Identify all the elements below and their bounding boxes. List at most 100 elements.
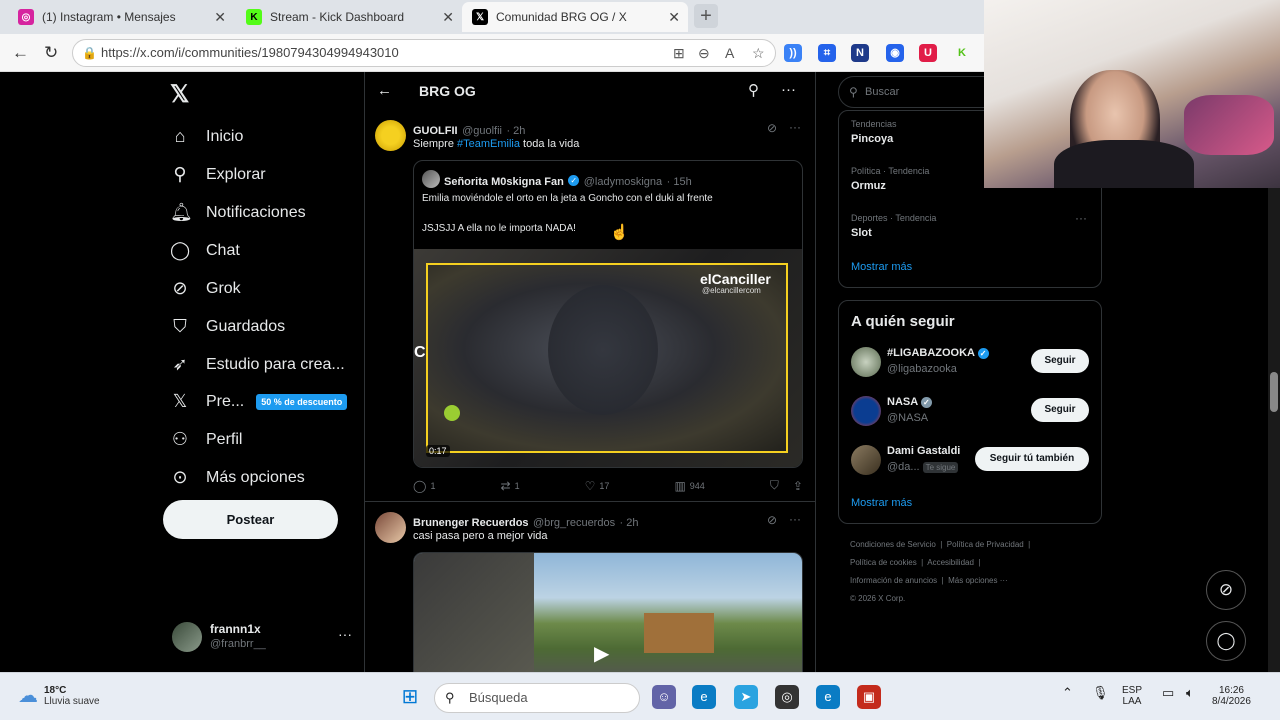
extension-icon[interactable]: )) <box>784 44 802 62</box>
footer-link[interactable]: Condiciones de Servicio <box>850 540 936 549</box>
trend-item[interactable]: Pincoya <box>851 133 893 145</box>
screenshot-icon[interactable]: ⌗ <box>818 44 836 62</box>
views-button[interactable]: ▥ 944 <box>674 478 704 493</box>
share-icon[interactable]: ⇪ <box>793 479 803 493</box>
more-icon[interactable]: ··· <box>1075 211 1087 225</box>
follow-button[interactable]: Seguir <box>1031 349 1089 373</box>
video-player[interactable]: C elCanciller @elcancillercom 0:17 <box>414 249 802 467</box>
play-icon[interactable]: ▶ <box>594 641 609 666</box>
sidebar-item-estudio[interactable]: ➶ Estudio para crea... <box>170 354 344 375</box>
back-arrow-icon[interactable]: ← <box>377 82 392 99</box>
edge-icon[interactable]: e <box>816 685 840 709</box>
video-player[interactable]: ▶ <box>413 552 803 672</box>
more-icon[interactable]: ··· <box>789 512 801 526</box>
sidebar-item-chat[interactable]: ◯ Chat <box>170 240 240 261</box>
language-indicator[interactable]: ESP LAA <box>1122 685 1142 707</box>
sidebar-item-mas-opciones[interactable]: ⊙ Más opciones <box>170 467 304 488</box>
x-logo-icon[interactable]: 𝕏 <box>170 80 189 109</box>
url-field[interactable]: 🔒 https://x.com/i/communities/1980794304… <box>72 39 776 67</box>
tweet-author[interactable]: Brunenger Recuerdos <box>413 517 529 529</box>
repost-button[interactable]: ⇄ 1 <box>501 478 520 493</box>
bookmark-icon: ⛉ <box>769 478 779 492</box>
quote-handle: @ladymoskigna <box>583 176 663 188</box>
messenger-icon[interactable]: ◉ <box>886 44 904 62</box>
tab-instagram[interactable]: ◎ (1) Instagram • Mensajes ✕ <box>8 2 234 32</box>
windows-taskbar: ☁ 18°C Lluvia suave ⊞ ⚲ Búsqueda ☺ e ➤ ◎… <box>0 672 1280 720</box>
sidebar-item-premium[interactable]: 𝕏 Pre... 50 % de descuento <box>170 391 348 412</box>
tweet-text: Siempre #TeamEmilia toda la vida <box>413 138 579 150</box>
page-scrollbar[interactable] <box>1268 188 1280 672</box>
kick-icon[interactable]: K <box>953 44 971 62</box>
more-icon[interactable]: ··· <box>789 120 801 134</box>
follow-back-button[interactable]: Seguir tú también <box>975 447 1089 471</box>
clock[interactable]: 16:26 8/4/2026 <box>1212 685 1251 707</box>
sidebar-item-perfil[interactable]: ⚇ Perfil <box>170 429 243 450</box>
suggested-name[interactable]: NASA ✓ <box>887 396 932 408</box>
more-icon[interactable]: ··· <box>781 81 796 98</box>
chat-fab-icon[interactable]: ◯ <box>1206 621 1246 661</box>
quoted-tweet[interactable]: Señorita M0skigna Fan ✓ @ladymoskigna · … <box>413 160 803 468</box>
telegram-icon[interactable]: ➤ <box>734 685 758 709</box>
chevron-up-icon[interactable]: ⌃ <box>1062 685 1073 701</box>
search-icon[interactable]: ⚲ <box>748 81 759 99</box>
sidebar-item-guardados[interactable]: ⛉ Guardados <box>170 316 285 337</box>
footer-link[interactable]: Política de Privacidad <box>947 540 1024 549</box>
tab-x-community[interactable]: 𝕏 Comunidad BRG OG / X ✕ <box>462 2 688 32</box>
network-icon[interactable]: ▭ <box>1162 685 1174 701</box>
tweet[interactable]: GUOLFII @guolfii · 2h ⊘ ··· Siempre #Tea… <box>365 112 815 502</box>
close-icon[interactable]: ✕ <box>442 9 454 26</box>
grok-icon[interactable]: ⊘ <box>767 121 777 135</box>
account-switcher[interactable]: frannn1x @franbrr__ ··· <box>172 620 352 654</box>
footer-link[interactable]: Política de cookies <box>850 558 917 567</box>
footer-link[interactable]: Más opciones ··· <box>948 576 1008 585</box>
suggested-name[interactable]: Dami Gastaldi <box>887 445 960 457</box>
extension-icon[interactable]: N <box>851 44 869 62</box>
close-icon[interactable]: ✕ <box>668 9 680 26</box>
hashtag-link[interactable]: #TeamEmilia <box>457 138 520 150</box>
like-button[interactable]: ♡ 17 <box>585 478 610 493</box>
taskbar-search[interactable]: ⚲ Búsqueda <box>434 683 640 713</box>
post-button[interactable]: Postear <box>163 500 338 539</box>
reply-button[interactable]: ◯ 1 <box>413 478 435 493</box>
quote-author[interactable]: Señorita M0skigna Fan <box>444 176 564 188</box>
grok-fab-icon[interactable]: ⊘ <box>1206 570 1246 610</box>
microphone-icon[interactable]: 🎙︎ <box>1092 685 1109 701</box>
discord-icon[interactable]: ☺ <box>652 685 676 709</box>
volume-icon[interactable]: 🔈︎ <box>1186 685 1194 701</box>
grok-icon[interactable]: ⊘ <box>767 513 777 527</box>
close-icon[interactable]: ✕ <box>214 9 226 26</box>
tweet-author[interactable]: GUOLFII <box>413 125 458 137</box>
shield-icon[interactable]: U <box>919 44 937 62</box>
back-arrow-icon[interactable]: ← <box>12 43 29 63</box>
more-icon[interactable]: ··· <box>338 626 352 642</box>
show-more-link[interactable]: Mostrar más <box>851 261 912 273</box>
reload-icon[interactable]: ↻ <box>44 43 58 63</box>
edge-icon[interactable]: e <box>692 685 716 709</box>
nasa-logo-icon <box>851 396 881 426</box>
scrollbar-thumb[interactable] <box>1270 372 1278 412</box>
app-icon[interactable]: ▣ <box>857 685 881 709</box>
sidebar-item-explorar[interactable]: ⚲ Explorar <box>170 164 265 185</box>
trend-item[interactable]: Slot <box>851 227 872 239</box>
tweet[interactable]: Brunenger Recuerdos @brg_recuerdos · 2h … <box>365 502 815 672</box>
apps-icon[interactable]: ⊞ <box>673 40 685 66</box>
footer-link[interactable]: Accesibilidad <box>927 558 974 567</box>
windows-start-icon[interactable]: ⊞ <box>398 685 422 709</box>
follow-button[interactable]: Seguir <box>1031 398 1089 422</box>
zoom-icon[interactable]: ⊖ <box>698 40 710 66</box>
footer-link[interactable]: Información de anuncios <box>850 576 937 585</box>
sidebar-item-grok[interactable]: ⊘ Grok <box>170 278 240 299</box>
obs-icon[interactable]: ◎ <box>775 685 799 709</box>
bookmark-button[interactable]: ⛉ ⇪ <box>770 478 803 493</box>
sidebar-item-label: Inicio <box>206 127 244 145</box>
favorite-star-icon[interactable]: ☆ <box>752 40 765 66</box>
new-tab-button[interactable]: + <box>694 4 718 28</box>
sidebar-item-notificaciones[interactable]: 🔔︎ Notificaciones <box>170 202 306 223</box>
tab-kick[interactable]: K Stream - Kick Dashboard ✕ <box>236 2 462 32</box>
show-more-link[interactable]: Mostrar más <box>851 497 912 509</box>
suggested-name[interactable]: #LIGABAZOOKA ✓ <box>887 347 989 359</box>
trend-item[interactable]: Ormuz <box>851 180 886 192</box>
weather-widget[interactable]: ☁ 18°C Lluvia suave <box>18 683 100 708</box>
sidebar-item-inicio[interactable]: ⌂ Inicio <box>170 126 244 147</box>
read-aloud-icon[interactable]: A <box>725 40 734 66</box>
